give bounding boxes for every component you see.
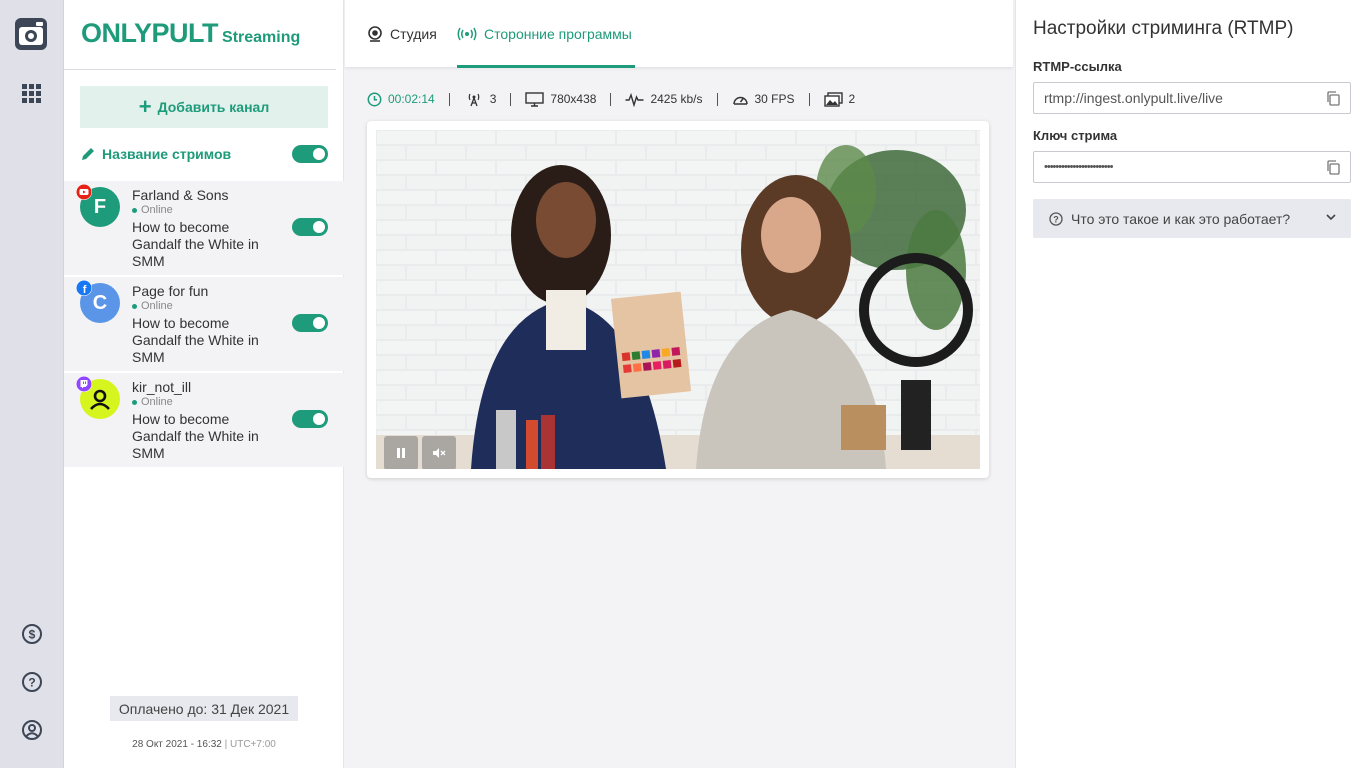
faq-accordion[interactable]: ? Что это такое и как это работает?	[1033, 199, 1351, 238]
stat-viewers: 3	[464, 92, 497, 107]
channel-item[interactable]: kir_not_ill Online How to become Gandalf…	[64, 373, 344, 467]
chevron-down-icon	[1326, 214, 1336, 221]
main-area: Студия Сторонние программы 00:02:14 3 78…	[345, 0, 1013, 768]
icon-rail: $ ?	[0, 0, 64, 768]
panel-title: Настройки стриминга (RTMP)	[1033, 18, 1294, 39]
stream-key-field[interactable]: ••••••••••••••••••••••••	[1033, 151, 1351, 183]
help-icon[interactable]: ?	[21, 671, 43, 693]
copy-icon[interactable]	[1326, 91, 1340, 106]
apps-grid-icon[interactable]	[22, 84, 42, 104]
channel-name: kir_not_ill	[132, 379, 192, 395]
channel-toggle[interactable]	[292, 218, 328, 236]
facebook-icon: f	[76, 280, 92, 296]
channel-stream-title: How to become Gandalf the White in SMM	[132, 411, 259, 461]
youtube-icon	[76, 184, 92, 200]
brand-logo: ONLYPULT Streaming	[81, 18, 300, 49]
speedometer-icon	[732, 96, 748, 105]
online-dot-icon	[132, 399, 137, 405]
svg-text:f: f	[83, 284, 87, 296]
tab-third-party[interactable]: Сторонние программы	[457, 0, 635, 68]
channel-stream-title: How to become Gandalf the White in SMM	[132, 315, 259, 365]
channel-name: Farland & Sons	[132, 187, 229, 203]
copy-icon[interactable]	[1326, 160, 1340, 175]
stream-key-value: ••••••••••••••••••••••••	[1044, 161, 1113, 173]
bitrate-value: 2425 kb/s	[650, 92, 703, 106]
profile-icon[interactable]	[21, 719, 43, 741]
divider	[64, 69, 336, 70]
stat-fps: 30 FPS	[732, 92, 795, 107]
pause-button[interactable]	[384, 436, 418, 469]
stat-bitrate: 2425 kb/s	[625, 92, 703, 107]
resolution-value: 780x438	[550, 92, 597, 106]
online-dot-icon	[132, 303, 137, 309]
help-circle-icon: ?	[1049, 211, 1063, 226]
brand-subtitle: Streaming	[222, 29, 301, 46]
add-channel-button[interactable]: + Добавить канал	[80, 86, 328, 128]
channel-name: Page for fun	[132, 283, 209, 299]
app-logo-icon[interactable]	[15, 18, 47, 50]
channels-sidebar: ONLYPULT Streaming + Добавить канал Назв…	[64, 0, 344, 768]
tab-third-party-label: Сторонние программы	[484, 26, 632, 42]
stream-names-label: Название стримов	[102, 146, 232, 162]
images-icon	[823, 91, 843, 107]
stream-names-row: Название стримов	[80, 143, 328, 165]
tab-studio[interactable]: Студия	[367, 0, 437, 68]
svg-text:?: ?	[1053, 214, 1059, 224]
svg-text:?: ?	[28, 676, 35, 690]
datetime-text: 28 Окт 2021 - 16:32	[132, 739, 222, 750]
channel-status-text: Online	[141, 204, 173, 216]
volume-muted-icon	[433, 448, 446, 458]
pulse-icon	[625, 92, 644, 107]
sources-value: 2	[848, 92, 856, 106]
duration-value: 00:02:14	[388, 92, 435, 106]
tab-bar: Студия Сторонние программы	[345, 0, 1013, 68]
channel-status-text: Online	[141, 300, 173, 312]
rtmp-settings-panel: Настройки стриминга (RTMP) RTMP-ссылка r…	[1015, 0, 1366, 768]
brand-name: ONLYPULT	[81, 18, 219, 48]
twitch-icon	[76, 376, 92, 392]
add-channel-label: Добавить канал	[157, 99, 270, 115]
antenna-icon	[468, 93, 480, 106]
webcam-icon	[368, 26, 382, 42]
channel-status: Online	[132, 300, 173, 312]
viewers-value: 3	[489, 92, 497, 106]
channel-stream-title: How to become Gandalf the White in SMM	[132, 219, 259, 269]
fps-value: 30 FPS	[754, 92, 795, 106]
billing-icon[interactable]: $	[21, 623, 43, 645]
pencil-icon	[82, 148, 94, 160]
channel-status: Online	[132, 204, 173, 216]
stat-duration: 00:02:14	[367, 92, 435, 107]
broadcast-icon	[457, 27, 477, 41]
online-dot-icon	[132, 207, 137, 213]
plus-icon: +	[138, 94, 152, 119]
channel-status: Online	[132, 396, 173, 408]
monitor-icon	[525, 91, 545, 107]
svg-text:$: $	[29, 628, 36, 642]
channel-toggle[interactable]	[292, 314, 328, 332]
timezone-text: UTC+7:00	[230, 739, 276, 750]
mute-button[interactable]	[422, 436, 456, 469]
channel-toggle[interactable]	[292, 410, 328, 428]
stream-key-label: Ключ стрима	[1033, 128, 1118, 143]
stream-stats-bar: 00:02:14 3 780x438 2425 kb/s 30 FPS 2	[367, 88, 855, 110]
tab-studio-label: Студия	[390, 26, 437, 42]
stat-sources: 2	[823, 91, 856, 107]
paid-until-badge: Оплачено до: 31 Дек 2021	[110, 696, 298, 721]
rtmp-url-label: RTMP-ссылка	[1033, 59, 1122, 74]
stat-resolution: 780x438	[525, 91, 597, 107]
faq-label: Что это такое и как это работает?	[1071, 210, 1291, 227]
stream-preview	[367, 121, 989, 478]
rtmp-url-value: rtmp://ingest.onlypult.live/live	[1044, 90, 1223, 106]
channel-item[interactable]: F Farland & Sons Online How to become Ga…	[64, 181, 344, 275]
rtmp-url-field[interactable]: rtmp://ingest.onlypult.live/live	[1033, 82, 1351, 114]
channel-item[interactable]: C f Page for fun Online How to become Ga…	[64, 277, 344, 371]
pause-icon	[397, 448, 405, 458]
channel-status-text: Online	[141, 396, 173, 408]
video-preview	[376, 130, 980, 469]
stream-names-toggle[interactable]	[292, 145, 328, 163]
current-datetime: 28 Окт 2021 - 16:32 | UTC+7:00	[132, 739, 276, 750]
clock-icon	[367, 92, 382, 106]
